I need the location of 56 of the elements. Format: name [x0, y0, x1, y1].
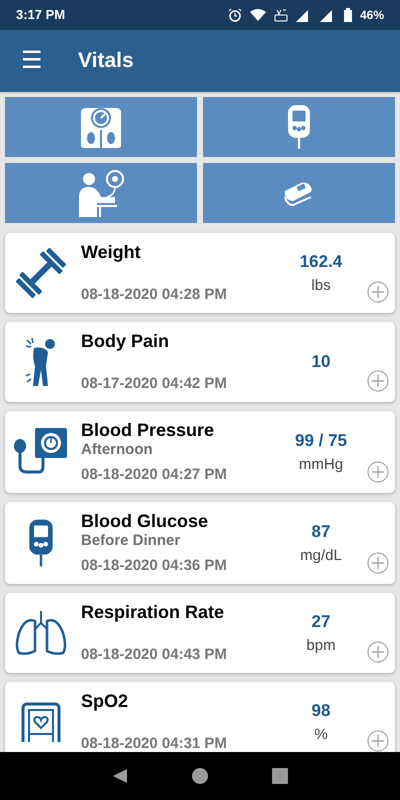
vital-unit: % [314, 724, 328, 744]
blood-pressure-tile[interactable] [5, 163, 197, 223]
glucose-tile[interactable] [203, 97, 395, 157]
add-icon[interactable] [367, 552, 389, 574]
add-icon[interactable] [367, 370, 389, 392]
vital-date: 08-18-2020 04:28 PM [81, 285, 228, 305]
add-icon[interactable] [367, 730, 389, 752]
vital-value: 98 [312, 700, 330, 722]
wifi-icon [250, 9, 266, 21]
vital-unit: bpm [306, 636, 336, 656]
vital-title: SpO2 [81, 690, 130, 712]
alarm-icon [228, 8, 242, 22]
back-icon[interactable] [112, 768, 128, 784]
vital-value: 10 [312, 351, 330, 374]
oximeter-tile[interactable] [203, 163, 395, 223]
vital-title: Blood Pressure [81, 419, 216, 441]
menu-button[interactable]: ☰ [20, 49, 44, 73]
vital-card[interactable]: Body Pain 08-17-2020 04:42 PM 10 [5, 322, 395, 402]
vital-value: 99 / 75 [295, 430, 347, 452]
battery-percent: 46% [360, 7, 384, 24]
app-title: Vitals [78, 48, 134, 74]
add-icon[interactable] [367, 281, 389, 303]
dumbbell-icon [13, 245, 69, 301]
vital-unit: mg/dL [300, 546, 342, 566]
oximeter-device-icon [21, 702, 61, 742]
vital-date: 08-18-2020 04:43 PM [81, 645, 228, 665]
vital-date: 08-18-2020 04:31 PM [81, 734, 228, 752]
vital-subtitle: Afternoon [81, 441, 154, 459]
vital-value: 87 [312, 521, 330, 543]
add-icon[interactable] [367, 641, 389, 663]
battery-icon [344, 8, 352, 22]
vital-date: 08-17-2020 04:42 PM [81, 374, 228, 394]
vital-value: 162.4 [300, 251, 342, 273]
vital-card[interactable]: Blood Pressure Afternoon 08-18-2020 04:27 PM 99 / 75 mmHg [5, 411, 395, 493]
vital-title: Weight [81, 241, 142, 263]
glucose-meter-icon [27, 517, 55, 569]
vital-card[interactable]: SpO2 08-18-2020 04:31 PM 98 % [5, 682, 395, 752]
status-time: 3:17 PM [16, 6, 66, 24]
add-icon[interactable] [367, 461, 389, 483]
weight-tile[interactable] [5, 97, 197, 157]
glucose-meter-icon [285, 103, 313, 151]
vital-title: Blood Glucose [81, 510, 210, 532]
vital-unit: lbs [311, 276, 331, 296]
vital-date: 08-18-2020 04:36 PM [81, 556, 228, 576]
vital-card[interactable]: Weight 08-18-2020 04:28 PM 162.4 lbs [5, 233, 395, 313]
vital-title: Respiration Rate [81, 601, 226, 623]
home-icon[interactable] [192, 768, 208, 784]
vital-date: 08-18-2020 04:27 PM [81, 465, 228, 485]
vital-value: 27 [312, 611, 330, 633]
vital-subtitle: Before Dinner [81, 532, 182, 550]
vital-title: Body Pain [81, 330, 170, 352]
vital-card[interactable]: Blood Glucose Before Dinner 08-18-2020 04:36 PM 87 mg/dL [5, 502, 395, 584]
lungs-icon [13, 609, 69, 657]
vital-unit: mmHg [298, 454, 344, 474]
back-pain-figure-icon [24, 336, 58, 388]
vital-card[interactable]: Respiration Rate 08-18-2020 04:43 PM 27 bpm [5, 593, 395, 673]
